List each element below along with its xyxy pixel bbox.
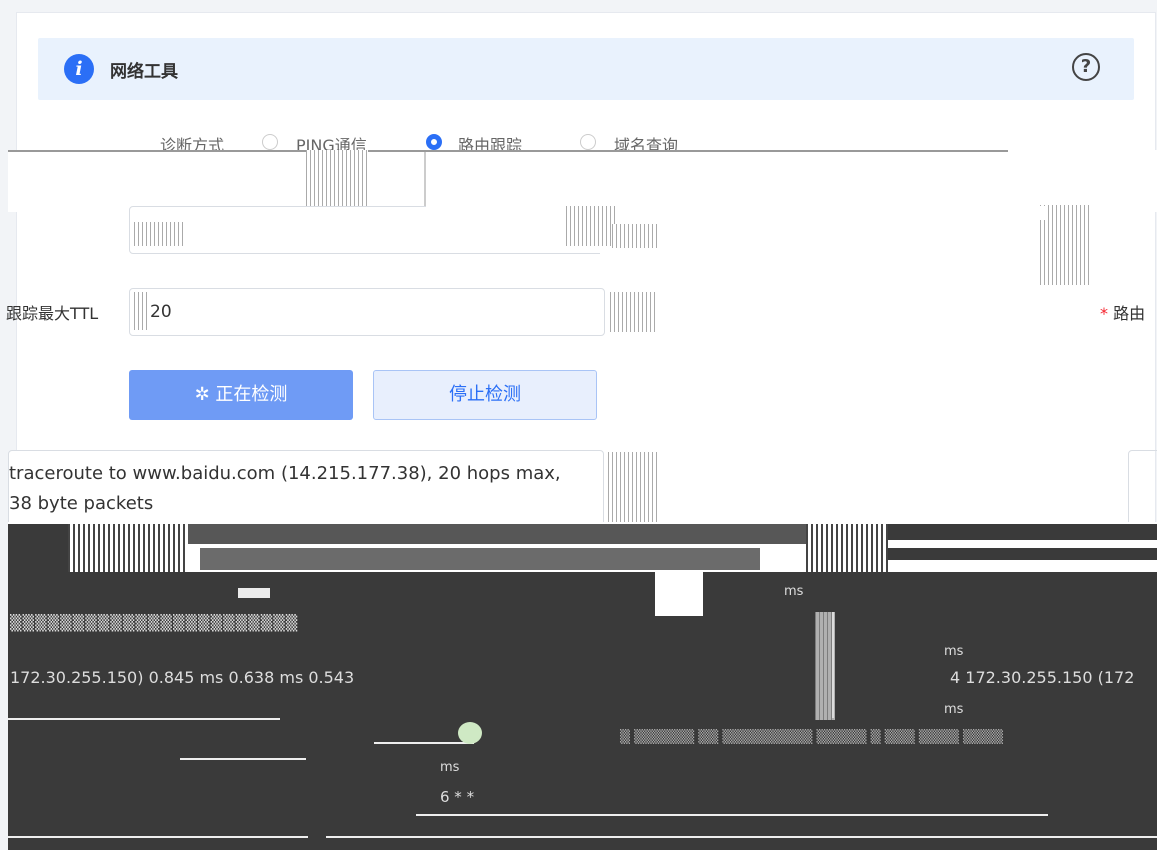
glitch-band: [426, 206, 1046, 220]
glitch-line: [416, 814, 1048, 816]
glitch-line: [180, 758, 306, 760]
glitch-stripes: [134, 292, 150, 330]
right-route-label: * 路由: [1100, 304, 1146, 323]
glitch-stripes: [68, 524, 188, 572]
ttl-input[interactable]: 20: [129, 288, 605, 336]
glitch-blob: [458, 722, 482, 744]
glitch-block: [655, 572, 703, 616]
radio-traceroute[interactable]: [426, 134, 442, 150]
ms-label-2: ms: [944, 644, 964, 659]
glitch-line: [424, 152, 426, 212]
glitch-stripes: [608, 452, 658, 522]
result-line-2: 38 byte packets: [9, 493, 154, 514]
hop-line: 172.30.255.150) 0.845 ms 0.638 ms 0.543: [10, 668, 355, 687]
glitch-stripes: [566, 206, 616, 246]
glitch-line: [326, 836, 1157, 838]
page-title: 网络工具: [110, 62, 178, 82]
glitch-text: ▒▒▒▒▒▒▒▒▒▒▒▒▒▒▒▒▒▒▒▒▒▒▒: [10, 614, 299, 632]
glitch-line: [8, 150, 1008, 152]
stop-button[interactable]: 停止检测: [373, 370, 597, 420]
ms-label-1: ms: [784, 584, 804, 599]
glitch-stripes: [134, 222, 184, 246]
glitch-stripes: [1040, 205, 1090, 285]
glitch-stripes: [612, 224, 658, 248]
result-line-1: traceroute to www.baidu.com (14.215.177.…: [9, 463, 561, 484]
radio-nslookup[interactable]: [580, 134, 596, 150]
spinner-icon: ✲: [194, 384, 216, 405]
glitch-band: [8, 150, 1157, 212]
glitch-line: [374, 742, 474, 744]
info-icon: i: [64, 54, 94, 84]
glitch-stripes: [806, 524, 890, 572]
ms-label-4: ms: [440, 760, 460, 775]
glitch-stripes: [610, 292, 658, 332]
glitch-block: [200, 548, 760, 570]
glitch-line: [8, 836, 308, 838]
header-bar: i 网络工具 ?: [38, 38, 1134, 100]
detecting-label: 正在检测: [215, 384, 288, 405]
hop6-line: 6 * *: [440, 788, 475, 806]
ms-label-3: ms: [944, 702, 964, 717]
glitch-text: ▒ ▒▒▒▒▒▒ ▒▒ ▒▒▒▒▒▒▒▒▒ ▒▒▒▒▒ ▒ ▒▒▒ ▒▒▒▒ ▒…: [620, 730, 1003, 745]
glitch-block: [238, 588, 270, 598]
glitch-block: [188, 524, 808, 544]
detecting-button[interactable]: ✲ 正在检测: [129, 370, 353, 420]
ttl-label: 跟踪最大TTL: [6, 304, 99, 323]
right-route-label-text: 路由: [1113, 304, 1146, 323]
hop-line-right: 4 172.30.255.150 (172: [950, 668, 1135, 687]
glitch-line: [832, 612, 834, 718]
glitch-block: [8, 524, 68, 572]
glitch-line: [8, 718, 280, 720]
glitch-block: [888, 548, 1157, 560]
radio-ping[interactable]: [262, 134, 278, 150]
help-icon[interactable]: ?: [1072, 53, 1100, 81]
glitch-band: [600, 222, 1024, 286]
glitch-block: [888, 524, 1157, 540]
